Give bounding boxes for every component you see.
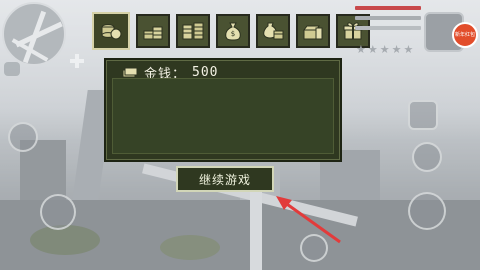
arrow-head xyxy=(276,196,292,210)
arrow-shaft xyxy=(283,200,341,244)
pointer-arrow xyxy=(276,196,341,244)
